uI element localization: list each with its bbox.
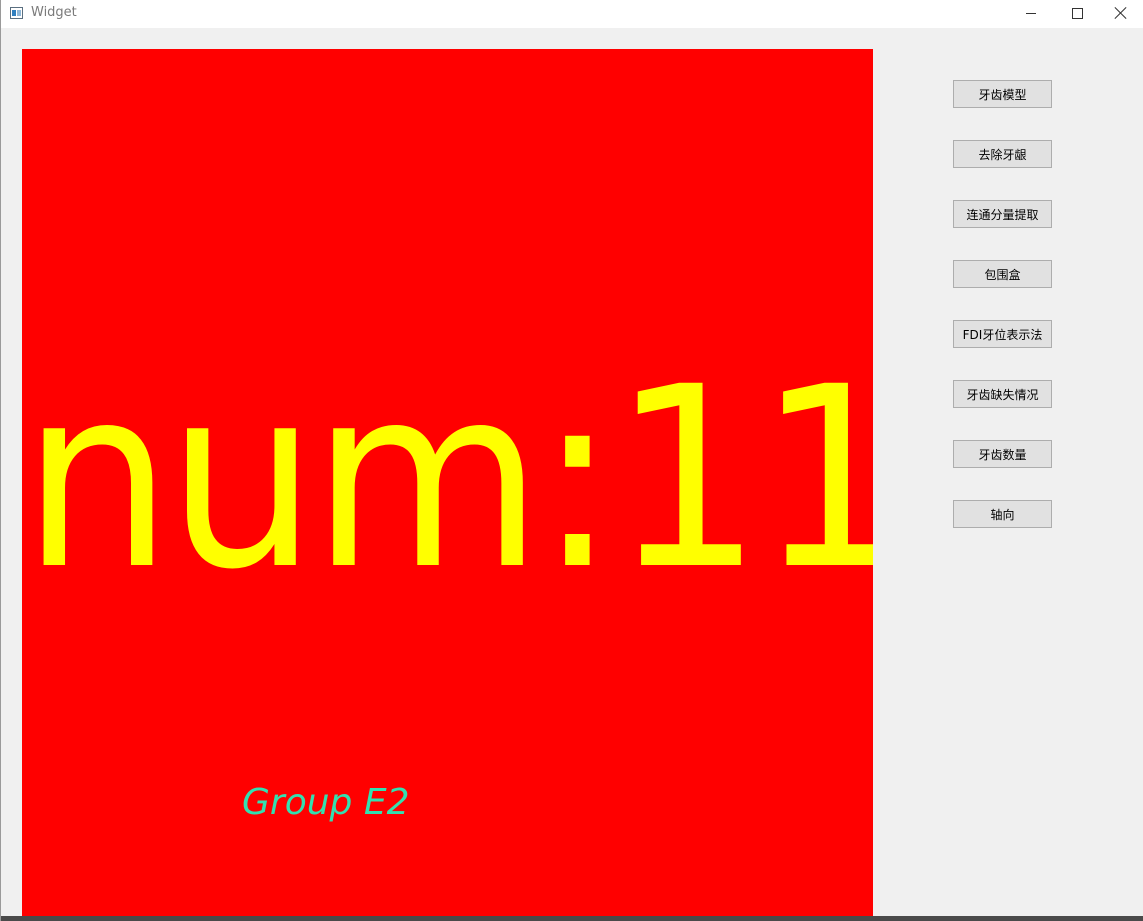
group-label: Group E2 — [242, 782, 410, 823]
fdi-notation-button[interactable]: FDI牙位表示法 — [953, 320, 1052, 348]
tooth-model-button[interactable]: 牙齿模型 — [953, 80, 1052, 108]
tooth-count-label: num:11 — [22, 333, 873, 624]
bounding-box-button[interactable]: 包围盒 — [953, 260, 1052, 288]
bottom-edge — [1, 916, 1143, 921]
axis-button[interactable]: 轴向 — [953, 500, 1052, 528]
missing-teeth-button[interactable]: 牙齿缺失情况 — [953, 380, 1052, 408]
window-title: Widget — [31, 5, 77, 20]
render-canvas[interactable]: num:11 Group E2 — [22, 49, 873, 916]
window-app-icon — [10, 7, 23, 19]
title-bar[interactable]: Widget — [1, 0, 1143, 28]
maximize-icon — [1072, 8, 1083, 19]
remove-gum-button[interactable]: 去除牙龈 — [953, 140, 1052, 168]
main-window: Widget num:11 Group E2 牙齿模型 去除牙龈 连通分量提取 … — [0, 0, 1143, 921]
minimize-icon — [1026, 13, 1036, 14]
minimize-button[interactable] — [1007, 0, 1053, 28]
close-button[interactable] — [1098, 0, 1143, 28]
connected-component-button[interactable]: 连通分量提取 — [953, 200, 1052, 228]
maximize-button[interactable] — [1053, 0, 1099, 28]
tooth-count-button[interactable]: 牙齿数量 — [953, 440, 1052, 468]
close-icon — [1114, 6, 1128, 20]
